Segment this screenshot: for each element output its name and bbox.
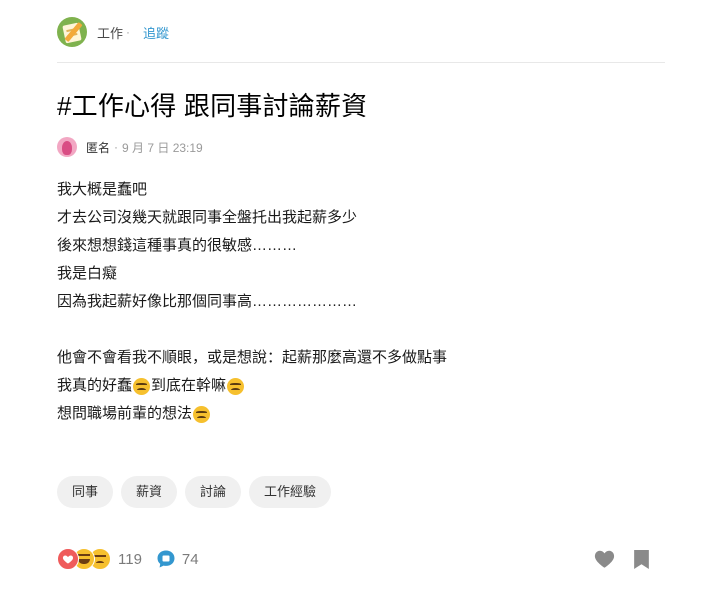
post-actions [594,547,650,571]
header-separator: · [126,25,131,39]
forum-header: 工作 · 追蹤 [57,17,169,47]
post-line-text: 後來想想錢這種事真的很敏感……… [57,237,298,254]
post-line-blank [57,316,657,344]
post-line: 我真的好蠢 到底在幹嘛 [57,372,657,400]
tag-chip[interactable]: 討論 [185,476,242,508]
author-avatar [57,137,77,157]
post-line: 因為我起薪好像比那個同事高………………… [57,288,657,316]
post-line: 我是白癡 [57,260,657,288]
like-button[interactable] [594,549,615,569]
persevere-face-emoji-icon [193,405,211,423]
post-line: 他會不會看我不順眼，或是想說：起薪那麼高還不多做點事 [57,344,657,372]
comment-count: 74 [181,550,199,568]
bookmark-button[interactable] [633,549,650,570]
post-line-text: 我真的好蠢 [57,377,133,394]
post-stats: 119 74 [57,546,199,572]
post-line: 我大概是蠢吧 [57,176,657,204]
author-name: 匿名 [86,140,111,155]
tag-chip[interactable]: 同事 [57,476,114,508]
post-line: 後來想想錢這種事真的很敏感……… [57,232,657,260]
follow-button[interactable]: 追蹤 [143,23,169,42]
post-line: 才去公司沒幾天就跟同事全盤托出我起薪多少 [57,204,657,232]
header-divider [57,62,665,63]
post-time: 9 月 7 日 23:19 [122,140,203,155]
meta-separator: · [114,140,119,154]
tag-chip[interactable]: 工作經驗 [249,476,332,508]
post-line-text: 他會不會看我不順眼，或是想說：起薪那麼高還不多做點事 [57,349,448,366]
reaction-count[interactable]: 119 [118,551,142,568]
bookmark-icon [634,549,649,569]
tag-chip[interactable]: 薪資 [121,476,178,508]
post-meta: 匿名 · 9 月 7 日 23:19 [57,136,203,158]
post-line-text: 到底在幹嘛 [151,377,227,394]
persevere-face-emoji-icon [133,377,151,395]
post-body: 我大概是蠢吧 才去公司沒幾天就跟同事全盤托出我起薪多少 後來想想錢這種事真的很敏… [57,176,657,428]
post-line-text: 我是白癡 [57,265,118,282]
post-line-text: 想問職場前輩的想法 [57,405,193,422]
post-line-text: 才去公司沒幾天就跟同事全盤托出我起薪多少 [57,209,358,226]
comment-bubble-icon [156,549,176,569]
post-line-text: 我大概是蠢吧 [57,181,148,198]
comment-button[interactable]: 74 [156,549,199,569]
forum-avatar[interactable] [57,17,87,47]
post-title: #工作心得 跟同事討論薪資 [57,91,368,121]
forum-name[interactable]: 工作 [97,23,123,42]
heart-reaction-icon [57,548,79,570]
heart-icon [594,550,615,568]
tag-list: 同事 薪資 討論 工作經驗 [57,476,332,508]
post-line-text: 因為我起薪好像比那個同事高………………… [57,293,358,310]
post-line: 想問職場前輩的想法 [57,400,657,428]
persevere-face-emoji-icon [227,377,245,395]
reaction-summary[interactable] [57,548,111,570]
